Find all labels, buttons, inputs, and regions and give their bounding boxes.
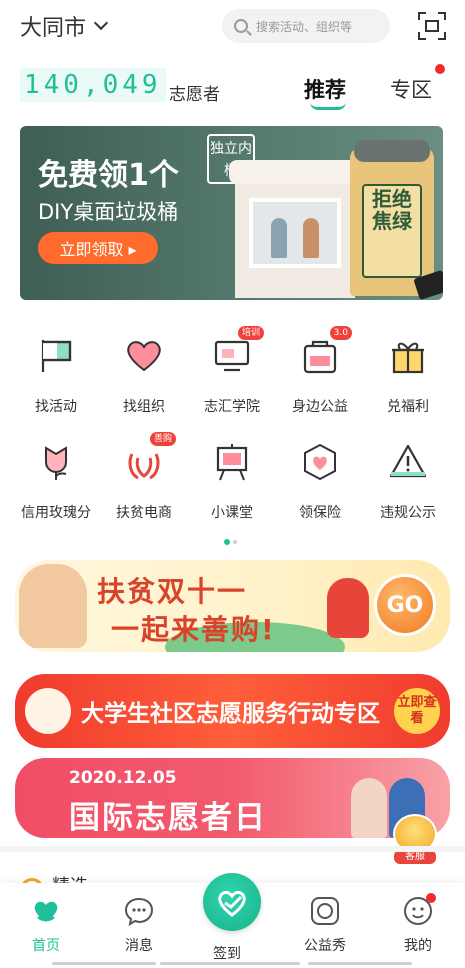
promo-college-community[interactable]: 大学生社区志愿服务行动专区 立即查看 <box>15 674 450 748</box>
rose-icon <box>36 442 76 482</box>
banner-subtitle: DIY桌面垃圾桶 <box>38 200 179 224</box>
customer-service-button[interactable]: 客服 <box>388 814 442 864</box>
gift-icon <box>388 336 428 376</box>
promo-title: 国际志愿者日 <box>69 800 267 836</box>
grid-label: 找活动 <box>35 399 77 415</box>
bag-icon: 3.0 <box>300 326 352 376</box>
grid-label: 志汇学院 <box>204 399 260 415</box>
grid-local-charity[interactable]: 3.0 身边公益 <box>276 326 364 416</box>
grid-page-indicator <box>224 539 237 545</box>
volunteer-label: 志愿者 <box>169 85 220 105</box>
flag-icon <box>36 336 76 376</box>
grid-label: 违规公示 <box>380 505 436 521</box>
heart-icon <box>25 688 71 734</box>
search-placeholder: 搜索活动、组织等 <box>256 19 353 34</box>
city-name: 大同市 <box>20 16 87 41</box>
go-button[interactable]: GO <box>374 574 436 636</box>
gesture-bar <box>160 962 300 965</box>
grid-violations[interactable]: 违规公示 <box>364 442 452 522</box>
checkin-button[interactable] <box>203 873 261 931</box>
banner-title: 免费领1个 <box>38 158 179 193</box>
qr-scan-icon[interactable] <box>418 12 446 40</box>
nav-home[interactable]: 首页 <box>11 895 81 955</box>
camera-icon <box>309 895 341 927</box>
grid-insurance[interactable]: 领保险 <box>276 442 364 522</box>
gesture-bar <box>308 962 412 965</box>
nav-profile[interactable]: 我的 <box>383 895 453 955</box>
section-divider <box>0 846 465 852</box>
bamboo-bin-image: 拒绝焦绿 <box>350 140 434 296</box>
search-input[interactable]: 搜索活动、组织等 <box>222 9 390 43</box>
mascot-illustration <box>327 578 369 638</box>
chat-icon <box>123 895 155 927</box>
view-now-button[interactable]: 立即查看 <box>394 688 440 734</box>
grid-find-org[interactable]: 找组织 <box>100 336 188 416</box>
grid-label: 身边公益 <box>292 399 348 415</box>
nav-messages[interactable]: 消息 <box>104 895 174 955</box>
nav-label: 我的 <box>404 938 432 954</box>
volunteer-figure <box>351 778 387 838</box>
nav-showcase[interactable]: 公益秀 <box>290 895 360 955</box>
nav-label: 消息 <box>125 938 153 954</box>
badge: 3.0 <box>329 326 352 340</box>
gesture-bar <box>52 962 156 965</box>
grid-classroom[interactable]: 小课堂 <box>188 442 276 522</box>
promo-date: 2020.12.05 <box>69 768 177 788</box>
volunteer-count: 140,049 <box>20 68 166 102</box>
shield-heart-icon <box>300 442 340 482</box>
nav-label: 签到 <box>213 946 241 962</box>
claim-button[interactable]: 立即领取 ▸ <box>38 232 158 264</box>
volunteers-illustration <box>19 564 87 648</box>
notification-dot <box>435 64 445 74</box>
grid-label: 扶贫电商 <box>116 505 172 521</box>
bottom-nav: 首页 消息 签到 公益秀 我的 <box>0 873 465 968</box>
easel-icon <box>212 442 252 482</box>
grid-label: 找组织 <box>123 399 165 415</box>
service-label: 客服 <box>394 850 436 864</box>
promo-double-eleven[interactable]: 扶贫双十一 一起来善购! GO <box>15 560 450 652</box>
grid-find-activity[interactable]: 找活动 <box>12 336 100 416</box>
trash-bin-image <box>229 160 361 298</box>
notification-dot <box>426 893 436 903</box>
warning-icon <box>388 442 428 482</box>
heart-icon <box>124 336 164 376</box>
grid-label: 领保险 <box>299 505 341 521</box>
promo-volunteer-day[interactable]: 2020.12.05 国际志愿者日 <box>15 758 450 838</box>
grid-redeem[interactable]: 兑福利 <box>364 336 452 416</box>
home-heart-icon <box>30 895 62 927</box>
nav-label: 公益秀 <box>304 938 346 954</box>
bin-slogan: 拒绝焦绿 <box>362 184 422 278</box>
chevron-down-icon <box>93 15 109 31</box>
search-icon <box>234 19 248 33</box>
city-selector[interactable]: 大同市 <box>20 10 109 42</box>
grid-label: 小课堂 <box>211 505 253 521</box>
grid-academy[interactable]: 培训 志汇学院 <box>188 326 276 416</box>
checkin-heart-icon <box>218 891 246 917</box>
promo-title: 大学生社区志愿服务行动专区 <box>81 701 380 727</box>
badge: 善购 <box>149 432 176 446</box>
badge: 培训 <box>237 326 264 340</box>
shopping-bag-icon: 善购 <box>124 432 176 482</box>
grid-label: 信用玫瑰分 <box>21 505 91 521</box>
tab-recommend[interactable]: 推荐 <box>304 74 346 104</box>
grid-poverty-ecommerce[interactable]: 善购 扶贫电商 <box>100 432 188 522</box>
tab-active-indicator <box>310 102 346 110</box>
grid-label: 兑福利 <box>387 399 429 415</box>
promo-line-2: 一起来善购! <box>111 613 276 646</box>
nav-label: 首页 <box>32 938 60 954</box>
tab-zone[interactable]: 专区 <box>390 74 432 104</box>
promo-line-1: 扶贫双十一 <box>97 575 248 608</box>
monitor-icon: 培训 <box>212 326 264 376</box>
grid-credit-rose[interactable]: 信用玫瑰分 <box>12 442 100 522</box>
promo-carousel[interactable]: 免费领1个 DIY桌面垃圾桶 立即领取 ▸ 独立内桶 拒绝焦绿 <box>20 126 443 300</box>
